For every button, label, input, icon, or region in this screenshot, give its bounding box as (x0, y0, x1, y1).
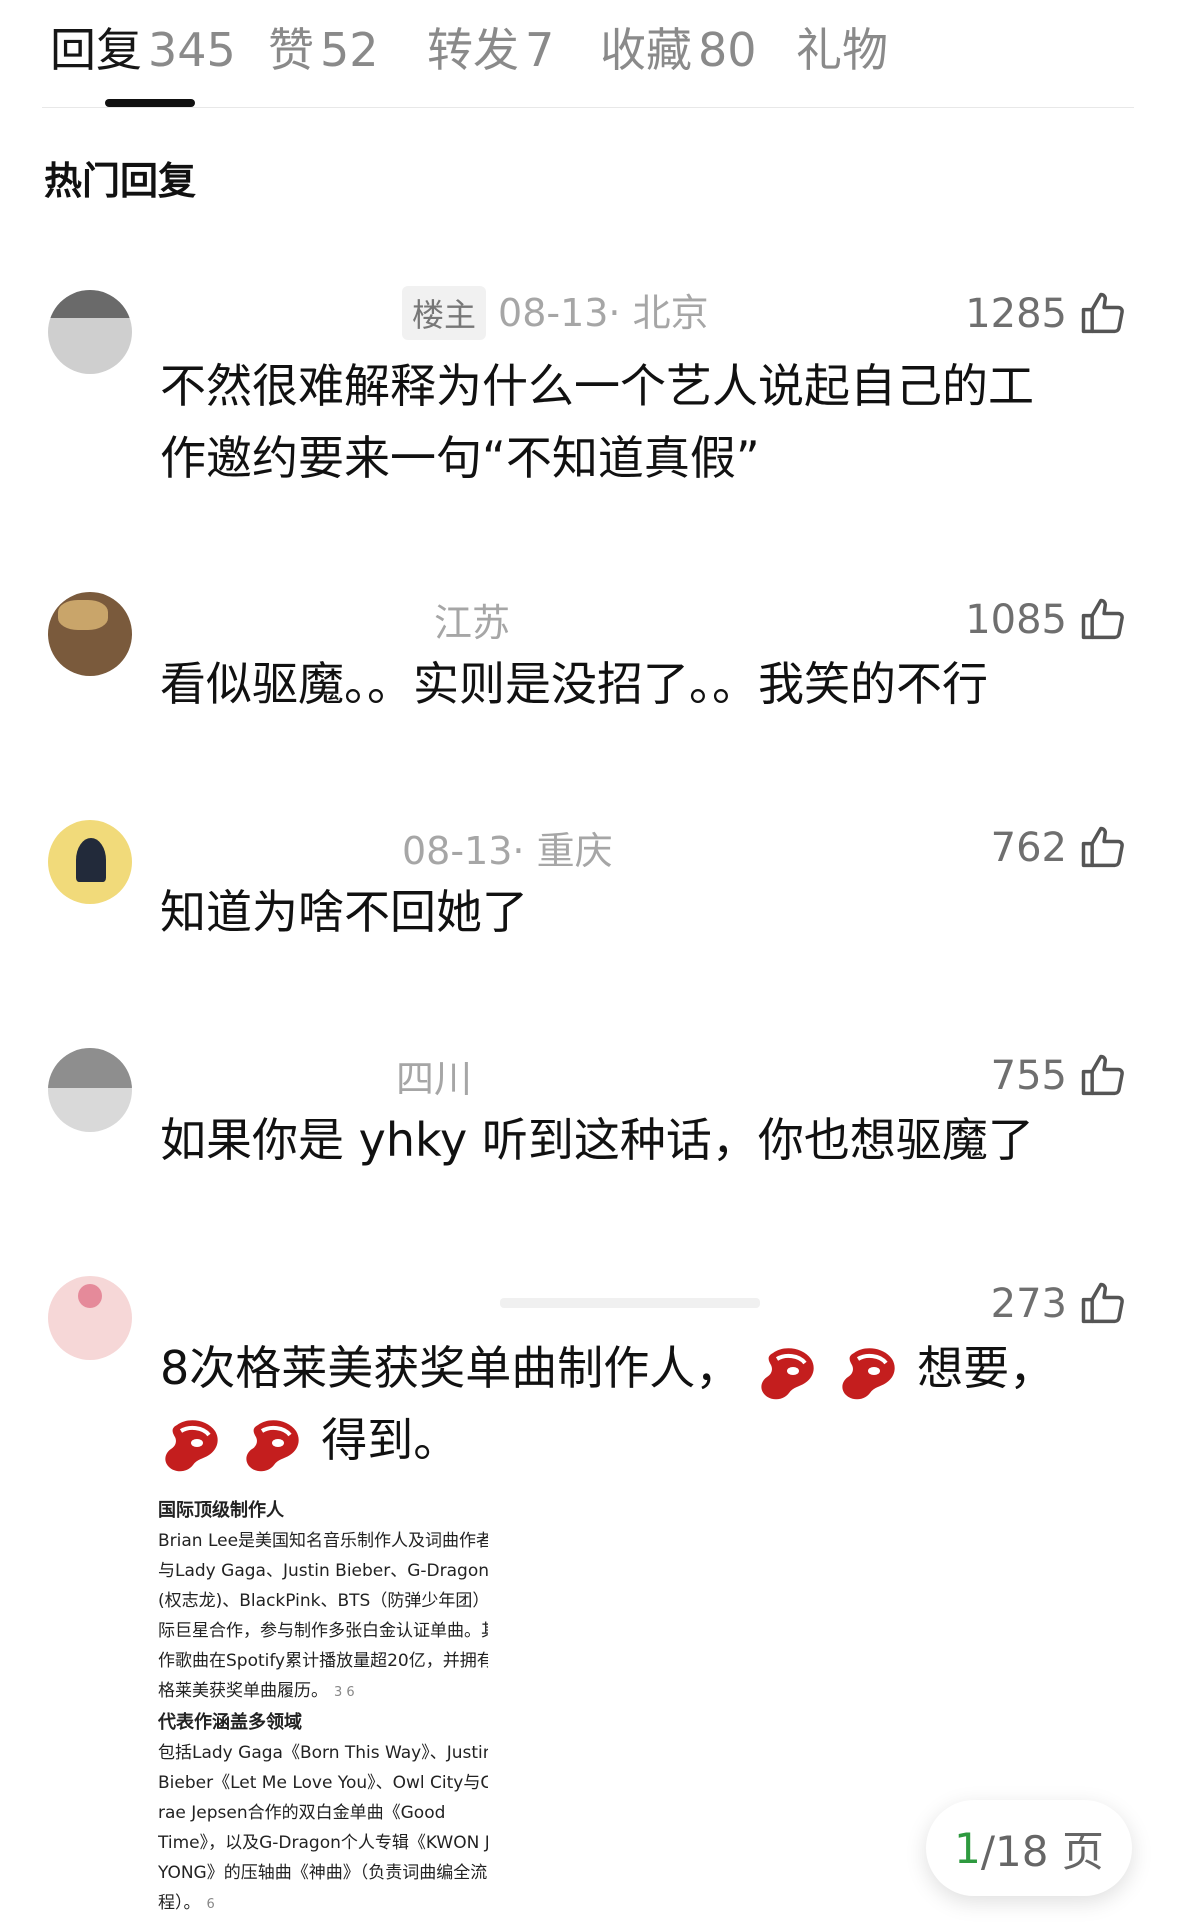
comment-line: 看似驱魔。。实则是没招了。。我笑的不行 (160, 657, 988, 711)
attachment-line: (权志龙)、BlackPink、BTS（防弹少年团）等国 (158, 1591, 488, 1611)
steak-emoji-icon (841, 1347, 895, 1399)
page-indicator-button[interactable]: 1/18 页 (926, 1800, 1132, 1896)
tab-favorites[interactable]: 收藏 80 (600, 14, 757, 80)
like-button[interactable]: 273 (991, 1276, 1129, 1332)
like-button[interactable]: 1085 (965, 592, 1129, 648)
attachment-ref: 3 6 (334, 1685, 355, 1700)
steak-emoji-icon (165, 1419, 218, 1471)
attachment-ref: 6 (206, 1897, 215, 1912)
comment-meta: 08-13· 重庆 (402, 820, 613, 875)
tab-count: 52 (320, 23, 379, 77)
attachment-line: YONG》的压轴曲《神曲》（负责词曲编全流 (158, 1863, 488, 1883)
attachment-line: 作歌曲在Spotify累计播放量超20亿，并拥有8 (158, 1651, 488, 1671)
attachment-line-text: 程）。 (158, 1893, 201, 1913)
avatar[interactable] (48, 290, 132, 374)
attachment-line: 程）。 6 (158, 1888, 488, 1920)
attachment-line: Bieber《Let Me Love You》、Owl City与Ca (158, 1773, 488, 1793)
comment-text-part: 想要， (917, 1341, 1056, 1395)
tab-bar: 回复 345 赞 52 转发 7 收藏 80 礼物 (0, 0, 1179, 108)
tab-reposts[interactable]: 转发 7 (427, 14, 554, 80)
comment-location: 四川 (396, 1057, 473, 1101)
tab-count: 80 (698, 23, 757, 77)
thumbs-up-icon (1081, 1282, 1124, 1324)
comment-line: 知道为啥不回她了 (160, 885, 528, 939)
tab-label: 礼物 (796, 23, 888, 77)
comment-meta: 楼主 08-13· 北京 (402, 282, 709, 340)
attachment-line: 际巨星合作，参与制作多张白金认证单曲。其 (158, 1621, 488, 1641)
op-badge: 楼主 (402, 286, 487, 340)
like-button[interactable]: 755 (991, 1048, 1129, 1104)
comment-attachment-image[interactable]: 国际顶级制作人 Brian Lee是美国知名音乐制作人及词曲作者， 与Lady … (150, 1496, 492, 1929)
comment-line: 作邀约要来一句“不知道真假” (160, 431, 760, 485)
attachment-line: 包括Lady Gaga《Born This Way》、Justin (158, 1743, 488, 1763)
comment-line: 得到。 (160, 1404, 1120, 1476)
comment-line: 不然很难解释为什么一个艺人说起自己的工 (160, 359, 1034, 413)
tab-likes[interactable]: 赞 52 (268, 14, 379, 80)
avatar[interactable] (48, 820, 132, 904)
attachment-text: 国际顶级制作人 Brian Lee是美国知名音乐制作人及词曲作者， 与Lady … (158, 1496, 488, 1920)
tab-replies[interactable]: 回复 345 (50, 14, 236, 80)
tabs-divider (42, 107, 1134, 108)
thumbs-up-icon (1081, 826, 1124, 868)
like-count: 1285 (965, 291, 1067, 337)
thumbs-up-icon (1081, 1054, 1124, 1096)
thumbs-up-icon (1081, 598, 1124, 640)
attachment-line: rae Jepsen合作的双白金单曲《Good (158, 1803, 446, 1823)
comment-line: 如果你是 yhky 听到这种话，你也想驱魔了 (160, 1113, 1034, 1167)
comment-text: 8次格莱美获奖单曲制作人， 想要， 得到。 (160, 1332, 1120, 1476)
attachment-line: Time》，以及G-Dragon个人专辑《KWON J (158, 1833, 488, 1853)
attachment-line: 格莱美获奖单曲履历。 3 6 (158, 1676, 488, 1708)
comment-text-part: 8次格莱美获奖单曲制作人， (160, 1341, 742, 1395)
avatar[interactable] (48, 1048, 132, 1132)
comment-date-location: 08-13· 北京 (498, 291, 709, 335)
comment-text: 知道为啥不回她了 (160, 876, 1120, 948)
avatar[interactable] (48, 592, 132, 676)
attachment-heading: 代表作涵盖多领域 (158, 1712, 302, 1733)
attachment-line: Brian Lee是美国知名音乐制作人及词曲作者， (158, 1531, 488, 1551)
tab-count: 7 (525, 23, 555, 77)
comment-meta (500, 1298, 760, 1308)
like-button[interactable]: 1285 (965, 286, 1129, 342)
comment-text-part: 得到。 (321, 1413, 460, 1467)
comment-text: 看似驱魔。。实则是没招了。。我笑的不行 (160, 648, 1120, 720)
steak-emoji-icon (246, 1419, 299, 1471)
attachment-line-text: 格莱美获奖单曲履历。 (158, 1681, 328, 1701)
total-pages: /18 页 (980, 1826, 1104, 1876)
tab-label: 赞 (268, 23, 314, 77)
avatar[interactable] (48, 1276, 132, 1360)
tab-label: 收藏 (600, 23, 692, 77)
comment-date-location: 08-13· 重庆 (402, 829, 613, 873)
like-count: 273 (990, 1281, 1067, 1327)
comment-location: 江苏 (434, 601, 511, 645)
thumbs-up-icon (1081, 292, 1124, 334)
section-title: 热门回复 (44, 159, 197, 203)
current-page: 1 (954, 1823, 981, 1873)
attachment-line: 与Lady Gaga、Justin Bieber、G-Dragon (158, 1561, 488, 1581)
steak-emoji-icon (761, 1347, 814, 1399)
like-count: 755 (990, 1053, 1067, 1099)
active-tab-indicator (105, 99, 195, 107)
comment-text: 不然很难解释为什么一个艺人说起自己的工 作邀约要来一句“不知道真假” (160, 350, 1120, 494)
comment-line: 8次格莱美获奖单曲制作人， 想要， (160, 1332, 1120, 1404)
tab-label: 转发 (427, 23, 519, 77)
like-count: 1085 (965, 597, 1067, 643)
comment-meta: 江苏 (434, 592, 510, 647)
like-button[interactable]: 762 (991, 820, 1129, 876)
attachment-heading: 国际顶级制作人 (158, 1500, 284, 1521)
like-count: 762 (990, 825, 1067, 871)
comment-text: 如果你是 yhky 听到这种话，你也想驱魔了 (160, 1104, 1120, 1176)
tab-count: 345 (148, 23, 236, 77)
comment-meta: 四川 (396, 1048, 472, 1103)
tab-label: 回复 (50, 23, 142, 77)
tab-gifts[interactable]: 礼物 (796, 14, 888, 80)
